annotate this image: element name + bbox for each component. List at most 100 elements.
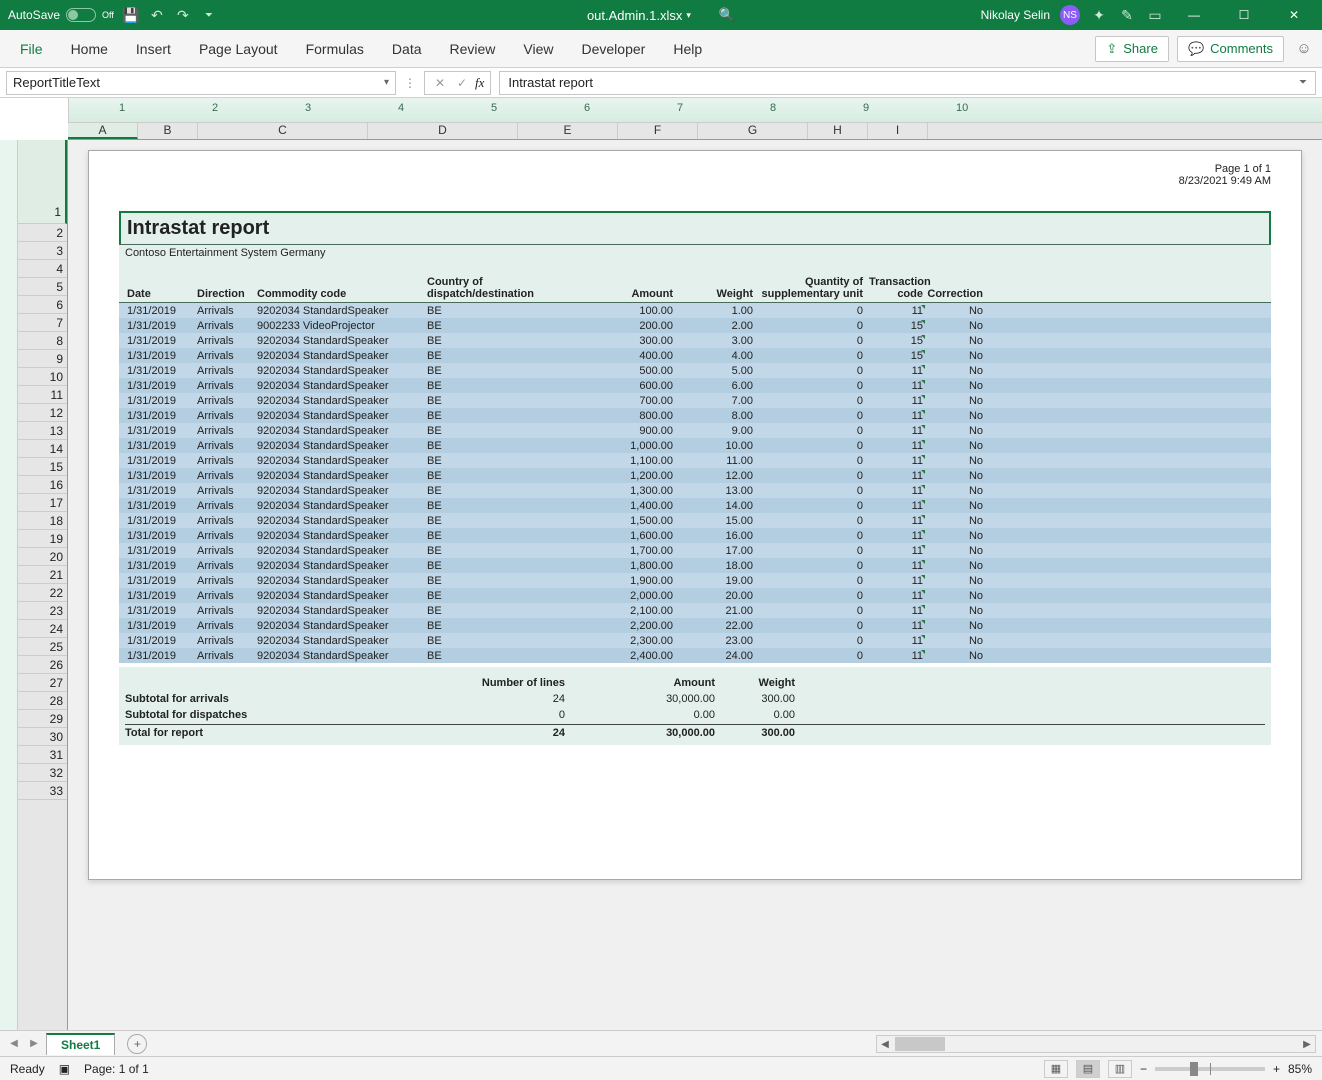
cell-country[interactable]: BE xyxy=(425,440,575,452)
cell-weight[interactable]: 20.00 xyxy=(675,590,755,602)
cell-tx[interactable]: 11 xyxy=(865,650,925,662)
cell-country[interactable]: BE xyxy=(425,500,575,512)
cell-correction[interactable]: No xyxy=(925,320,985,332)
formula-bar[interactable]: Intrastat report ⏷ xyxy=(499,71,1316,95)
cell-direction[interactable]: Arrivals xyxy=(195,395,255,407)
cell-commodity[interactable]: 9202034 StandardSpeaker xyxy=(255,545,425,557)
subtotal-dispatches-wgt[interactable]: 0.00 xyxy=(715,709,795,721)
cell-correction[interactable]: No xyxy=(925,635,985,647)
cell-commodity[interactable]: 9002233 VideoProjector xyxy=(255,320,425,332)
name-box[interactable]: ReportTitleText ▾ xyxy=(6,71,396,95)
cell-amount[interactable]: 1,500.00 xyxy=(575,515,675,527)
row-header-15[interactable]: 15 xyxy=(18,458,67,476)
cell-quantity[interactable]: 0 xyxy=(755,575,865,587)
hdr-lines[interactable]: Number of lines xyxy=(425,677,565,689)
row-header-28[interactable]: 28 xyxy=(18,692,67,710)
cell-direction[interactable]: Arrivals xyxy=(195,470,255,482)
cell-date[interactable]: 1/31/2019 xyxy=(125,545,195,557)
cell-quantity[interactable]: 0 xyxy=(755,515,865,527)
subtotal-dispatches-label[interactable]: Subtotal for dispatches xyxy=(125,709,325,721)
cell-weight[interactable]: 17.00 xyxy=(675,545,755,557)
cell-commodity[interactable]: 9202034 StandardSpeaker xyxy=(255,515,425,527)
cell-quantity[interactable]: 0 xyxy=(755,320,865,332)
cell-weight[interactable]: 10.00 xyxy=(675,440,755,452)
cell-direction[interactable]: Arrivals xyxy=(195,410,255,422)
cell-weight[interactable]: 4.00 xyxy=(675,350,755,362)
cell-tx[interactable]: 15 xyxy=(865,320,925,332)
row-header-20[interactable]: 20 xyxy=(18,548,67,566)
col-header-C[interactable]: C xyxy=(198,123,368,139)
cell-weight[interactable]: 3.00 xyxy=(675,335,755,347)
scroll-left-icon[interactable]: ◀ xyxy=(877,1039,893,1050)
cell-amount[interactable]: 1,000.00 xyxy=(575,440,675,452)
table-row[interactable]: 1/31/2019Arrivals9202034 StandardSpeaker… xyxy=(119,348,1271,363)
cell-country[interactable]: BE xyxy=(425,590,575,602)
cell-country[interactable]: BE xyxy=(425,410,575,422)
cell-commodity[interactable]: 9202034 StandardSpeaker xyxy=(255,530,425,542)
cell-country[interactable]: BE xyxy=(425,635,575,647)
row-header-29[interactable]: 29 xyxy=(18,710,67,728)
cell-correction[interactable]: No xyxy=(925,425,985,437)
redo-icon[interactable]: ↷ xyxy=(174,6,192,24)
cell-weight[interactable]: 19.00 xyxy=(675,575,755,587)
col-header-E[interactable]: E xyxy=(518,123,618,139)
cell-commodity[interactable]: 9202034 StandardSpeaker xyxy=(255,500,425,512)
cell-country[interactable]: BE xyxy=(425,350,575,362)
cell-amount[interactable]: 2,000.00 xyxy=(575,590,675,602)
cell-correction[interactable]: No xyxy=(925,305,985,317)
cell-date[interactable]: 1/31/2019 xyxy=(125,425,195,437)
subtotal-dispatches-amt[interactable]: 0.00 xyxy=(565,709,715,721)
cell-commodity[interactable]: 9202034 StandardSpeaker xyxy=(255,590,425,602)
cell-direction[interactable]: Arrivals xyxy=(195,575,255,587)
cell-tx[interactable]: 11 xyxy=(865,620,925,632)
cell-correction[interactable]: No xyxy=(925,560,985,572)
cell-amount[interactable]: 1,100.00 xyxy=(575,455,675,467)
macro-record-icon[interactable]: ▣ xyxy=(59,1062,70,1076)
row-header-3[interactable]: 3 xyxy=(18,242,67,260)
cell-tx[interactable]: 11 xyxy=(865,530,925,542)
cell-country[interactable]: BE xyxy=(425,545,575,557)
cell-correction[interactable]: No xyxy=(925,515,985,527)
tab-developer[interactable]: Developer xyxy=(568,30,660,68)
cell-correction[interactable]: No xyxy=(925,395,985,407)
column-headers[interactable]: ABCDEFGHI xyxy=(68,122,1322,140)
page-break-view-button[interactable]: ▥ xyxy=(1108,1060,1132,1078)
cell-date[interactable]: 1/31/2019 xyxy=(125,590,195,602)
filename-dropdown-icon[interactable]: ▾ xyxy=(686,10,691,21)
cell-quantity[interactable]: 0 xyxy=(755,425,865,437)
zoom-in-button[interactable]: + xyxy=(1273,1062,1280,1076)
tab-data[interactable]: Data xyxy=(378,30,436,68)
cell-country[interactable]: BE xyxy=(425,395,575,407)
cell-commodity[interactable]: 9202034 StandardSpeaker xyxy=(255,305,425,317)
cell-correction[interactable]: No xyxy=(925,545,985,557)
cell-date[interactable]: 1/31/2019 xyxy=(125,560,195,572)
row-header-27[interactable]: 27 xyxy=(18,674,67,692)
zoom-out-button[interactable]: − xyxy=(1140,1062,1147,1076)
cell-quantity[interactable]: 0 xyxy=(755,305,865,317)
row-header-9[interactable]: 9 xyxy=(18,350,67,368)
cell-amount[interactable]: 1,200.00 xyxy=(575,470,675,482)
cell-weight[interactable]: 24.00 xyxy=(675,650,755,662)
row-header-11[interactable]: 11 xyxy=(18,386,67,404)
cell-tx[interactable]: 11 xyxy=(865,380,925,392)
cell-commodity[interactable]: 9202034 StandardSpeaker xyxy=(255,380,425,392)
table-row[interactable]: 1/31/2019Arrivals9202034 StandardSpeaker… xyxy=(119,468,1271,483)
cell-amount[interactable]: 1,800.00 xyxy=(575,560,675,572)
maximize-button[interactable]: ☐ xyxy=(1224,0,1264,30)
cell-quantity[interactable]: 0 xyxy=(755,605,865,617)
table-row[interactable]: 1/31/2019Arrivals9202034 StandardSpeaker… xyxy=(119,423,1271,438)
cell-date[interactable]: 1/31/2019 xyxy=(125,335,195,347)
cell-quantity[interactable]: 0 xyxy=(755,485,865,497)
cell-correction[interactable]: No xyxy=(925,470,985,482)
total-report-amt[interactable]: 30,000.00 xyxy=(565,727,715,739)
row-header-18[interactable]: 18 xyxy=(18,512,67,530)
cell-commodity[interactable]: 9202034 StandardSpeaker xyxy=(255,350,425,362)
cell-date[interactable]: 1/31/2019 xyxy=(125,620,195,632)
cell-direction[interactable]: Arrivals xyxy=(195,425,255,437)
cell-tx[interactable]: 15 xyxy=(865,350,925,362)
cell-direction[interactable]: Arrivals xyxy=(195,335,255,347)
row-header-23[interactable]: 23 xyxy=(18,602,67,620)
cell-date[interactable]: 1/31/2019 xyxy=(125,650,195,662)
cell-quantity[interactable]: 0 xyxy=(755,395,865,407)
table-row[interactable]: 1/31/2019Arrivals9202034 StandardSpeaker… xyxy=(119,513,1271,528)
